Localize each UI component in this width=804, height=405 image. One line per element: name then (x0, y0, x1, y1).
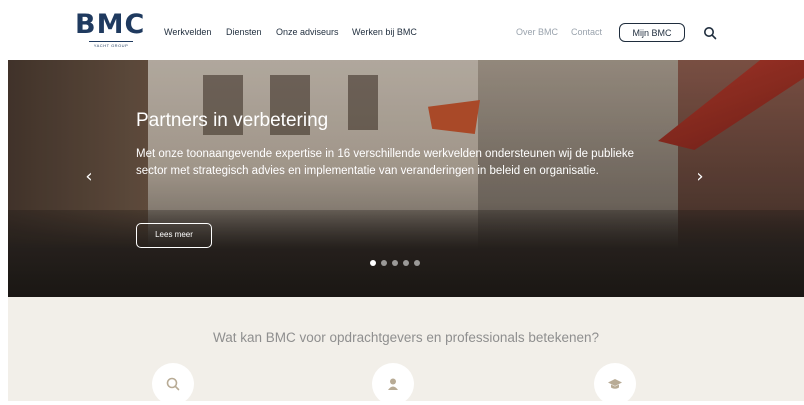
bmc-logo[interactable]: BMC YACHT GROUP (75, 10, 147, 50)
service-circle-graduation[interactable] (594, 363, 636, 405)
graduation-cap-icon (608, 379, 622, 389)
carousel-dots (370, 260, 425, 266)
logo-wordmark: BMC (75, 9, 146, 40)
carousel-dot[interactable] (414, 260, 420, 266)
search-icon (166, 377, 180, 391)
nav-werken-bij-bmc[interactable]: Werken bij BMC (352, 27, 417, 37)
search-icon[interactable] (703, 26, 717, 40)
person-icon (388, 378, 398, 390)
nav-werkvelden[interactable]: Werkvelden (164, 27, 211, 37)
carousel-dot[interactable] (403, 260, 409, 266)
site-header: BMC YACHT GROUP Werkvelden Diensten Onze… (0, 0, 804, 60)
carousel-dot[interactable] (381, 260, 387, 266)
carousel-dot[interactable] (392, 260, 398, 266)
hero-text: Met onze toonaangevende expertise in 16 … (136, 148, 635, 177)
chevron-left-icon[interactable]: ‹ (82, 165, 96, 189)
services-section: Wat kan BMC voor opdrachtgevers en profe… (8, 297, 804, 405)
nav-contact[interactable]: Contact (571, 27, 602, 37)
logo-subtitle: YACHT GROUP (89, 41, 133, 48)
chevron-right-icon[interactable]: › (693, 165, 707, 189)
lees-meer-button[interactable]: Lees meer (136, 223, 212, 248)
hero-title: Partners in verbetering (136, 110, 329, 131)
nav-diensten[interactable]: Diensten (226, 27, 262, 37)
nav-over-bmc[interactable]: Over BMC (516, 27, 558, 37)
mijn-bmc-button[interactable]: Mijn BMC (619, 23, 685, 42)
nav-onze-adviseurs[interactable]: Onze adviseurs (276, 27, 339, 37)
carousel-dot[interactable] (370, 260, 376, 266)
service-circle-person[interactable] (372, 363, 414, 405)
section-title: Wat kan BMC voor opdrachtgevers en profe… (213, 330, 599, 345)
service-circle-search[interactable] (152, 363, 194, 405)
hero-carousel: Partners in verbetering Met onze toonaan… (8, 60, 804, 297)
